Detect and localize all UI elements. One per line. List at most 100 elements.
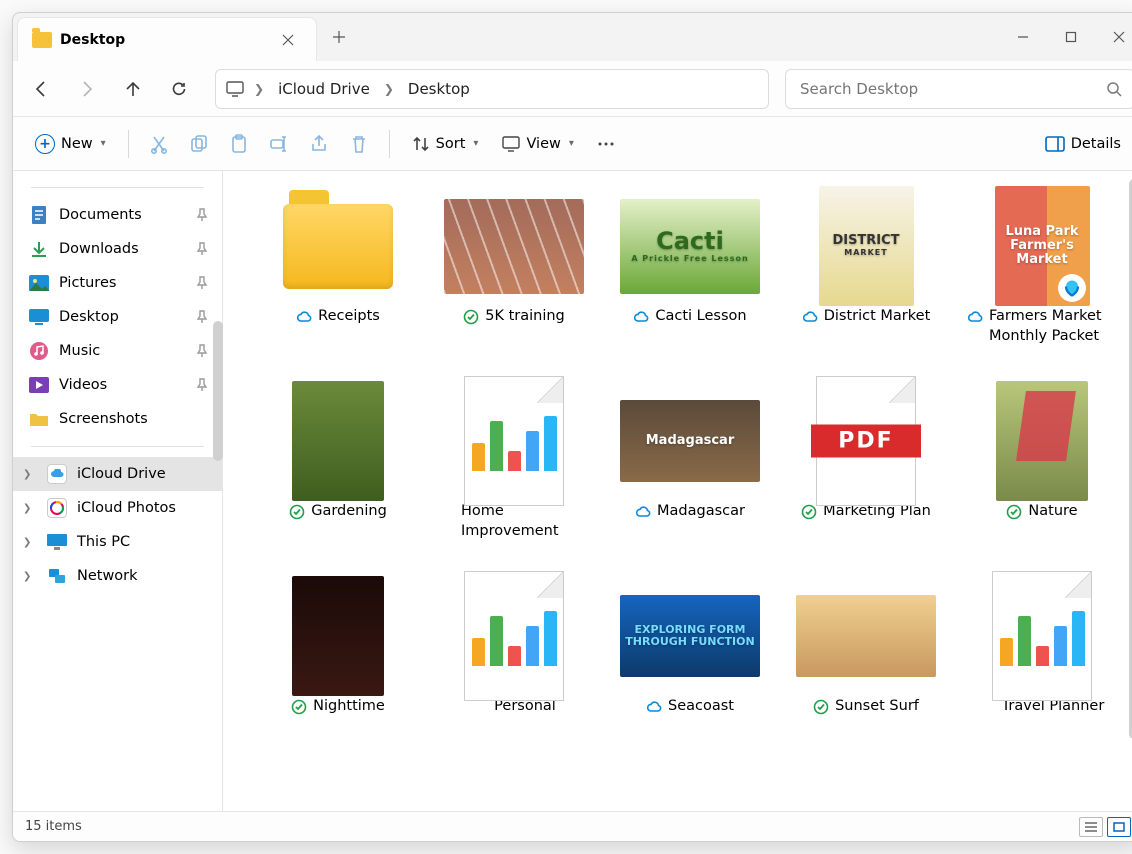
image-thumbnail <box>796 595 936 677</box>
up-button[interactable] <box>113 69 153 109</box>
pin-icon[interactable] <box>196 208 208 222</box>
details-pane-button[interactable]: Details <box>1035 130 1131 158</box>
file-name: Farmers Market Monthly Packet <box>989 307 1117 346</box>
file-item[interactable]: Home Improvement <box>439 386 589 541</box>
copy-button[interactable] <box>181 128 217 160</box>
refresh-button[interactable] <box>159 69 199 109</box>
titlebar: Desktop <box>13 13 1132 61</box>
file-item[interactable]: Sunset Surf <box>791 581 941 717</box>
file-item[interactable]: CactiA Prickle Free Lesson Cacti Lesson <box>615 191 765 346</box>
sidebar-item-screenshots[interactable]: Screenshots <box>13 402 222 436</box>
paste-button[interactable] <box>221 128 257 160</box>
details-view-toggle[interactable] <box>1079 817 1103 837</box>
forward-button[interactable] <box>67 69 107 109</box>
file-item[interactable]: Nature <box>967 386 1117 541</box>
image-thumbnail: DISTRICTMARKET <box>819 186 914 306</box>
chevron-right-icon[interactable]: ❯ <box>23 571 31 582</box>
file-item[interactable]: PDF Marketing Plan <box>791 386 941 541</box>
search-box[interactable] <box>785 69 1132 109</box>
cloud-status-icon <box>802 309 818 325</box>
file-item[interactable]: Receipts <box>263 191 413 346</box>
icloud-icon <box>47 464 67 484</box>
breadcrumb-desktop[interactable]: Desktop <box>404 76 474 102</box>
sidebar-item-label: Screenshots <box>59 411 148 427</box>
folder-icon <box>283 204 393 289</box>
new-button[interactable]: + New ▾ <box>25 128 116 160</box>
file-item[interactable]: Gardening <box>263 386 413 541</box>
sidebar-item-desktop[interactable]: Desktop <box>13 300 222 334</box>
chevron-down-icon: ▾ <box>101 138 106 149</box>
back-button[interactable] <box>21 69 61 109</box>
pc-icon <box>226 81 244 97</box>
sidebar-item-icloud drive[interactable]: ❯ iCloud Drive <box>13 457 222 491</box>
delete-button[interactable] <box>341 128 377 160</box>
file-item[interactable]: Luna Park Farmer's Market Farmers Market… <box>967 191 1117 346</box>
file-name: Receipts <box>318 307 380 327</box>
synced-status-icon <box>1006 504 1022 520</box>
sidebar-item-icloud photos[interactable]: ❯ iCloud Photos <box>13 491 222 525</box>
sidebar-item-network[interactable]: ❯ Network <box>13 559 222 593</box>
tab-desktop[interactable]: Desktop <box>17 17 317 61</box>
chevron-right-icon[interactable]: ❯ <box>23 503 31 514</box>
chevron-right-icon[interactable]: ❯ <box>23 469 31 480</box>
synced-status-icon <box>801 504 817 520</box>
chevron-right-icon[interactable]: ❯ <box>23 537 31 548</box>
window-controls <box>999 13 1132 61</box>
cloud-status-icon <box>296 309 312 325</box>
sidebar-item-downloads[interactable]: Downloads <box>13 232 222 266</box>
pin-icon[interactable] <box>196 276 208 290</box>
tab-close-button[interactable] <box>274 26 302 54</box>
breadcrumb-icloud-drive[interactable]: iCloud Drive <box>274 76 374 102</box>
more-button[interactable] <box>588 128 624 160</box>
chevron-down-icon: ▾ <box>473 138 478 149</box>
desktop-icon <box>29 307 49 327</box>
sidebar-item-pictures[interactable]: Pictures <box>13 266 222 300</box>
pin-icon[interactable] <box>196 310 208 324</box>
share-button[interactable] <box>301 128 337 160</box>
file-item[interactable]: EXPLORING FORM THROUGH FUNCTION Seacoast <box>615 581 765 717</box>
new-tab-button[interactable] <box>317 13 361 61</box>
close-window-button[interactable] <box>1095 13 1132 61</box>
chevron-right-icon[interactable]: ❯ <box>382 82 396 96</box>
file-item[interactable]: Madagascar Madagascar <box>615 386 765 541</box>
file-item[interactable]: 5K training <box>439 191 589 346</box>
address-bar[interactable]: ❯ iCloud Drive ❯ Desktop <box>215 69 769 109</box>
pin-icon[interactable] <box>196 242 208 256</box>
file-item[interactable]: DISTRICTMARKET District Market <box>791 191 941 346</box>
image-thumbnail <box>444 199 584 294</box>
minimize-button[interactable] <box>999 13 1047 61</box>
chevron-right-icon[interactable]: ❯ <box>252 82 266 96</box>
sidebar-item-label: iCloud Drive <box>77 466 166 482</box>
synced-status-icon <box>463 309 479 325</box>
view-button[interactable]: View ▾ <box>492 130 583 158</box>
file-name: Seacoast <box>668 697 734 717</box>
sidebar-item-documents[interactable]: Documents <box>13 198 222 232</box>
music-icon <box>29 341 49 361</box>
sidebar-scrollbar[interactable] <box>213 321 223 461</box>
icons-view-toggle[interactable] <box>1107 817 1131 837</box>
file-item[interactable]: Travel Planner <box>967 581 1117 717</box>
cut-button[interactable] <box>141 128 177 160</box>
file-item[interactable]: Nighttime <box>263 581 413 717</box>
file-name: Madagascar <box>657 502 745 522</box>
sidebar-item-videos[interactable]: Videos <box>13 368 222 402</box>
sidebar-item-label: Downloads <box>59 241 139 257</box>
spreadsheet-icon <box>464 376 564 506</box>
pin-icon[interactable] <box>196 378 208 392</box>
sidebar-item-label: This PC <box>77 534 130 550</box>
cloud-status-icon <box>967 309 983 325</box>
image-thumbnail: Madagascar <box>620 400 760 482</box>
file-name: Sunset Surf <box>835 697 919 717</box>
content-area[interactable]: Receipts 5K training CactiA Prickle Free… <box>223 171 1132 811</box>
sidebar-item-music[interactable]: Music <box>13 334 222 368</box>
file-item[interactable]: Personal <box>439 581 589 717</box>
spreadsheet-icon <box>992 571 1092 701</box>
sort-button[interactable]: Sort ▾ <box>402 129 489 159</box>
search-input[interactable] <box>798 79 1106 99</box>
file-name: District Market <box>824 307 931 327</box>
sidebar-item-this pc[interactable]: ❯ This PC <box>13 525 222 559</box>
maximize-button[interactable] <box>1047 13 1095 61</box>
rename-button[interactable] <box>261 128 297 160</box>
pc-icon <box>47 532 67 552</box>
pin-icon[interactable] <box>196 344 208 358</box>
